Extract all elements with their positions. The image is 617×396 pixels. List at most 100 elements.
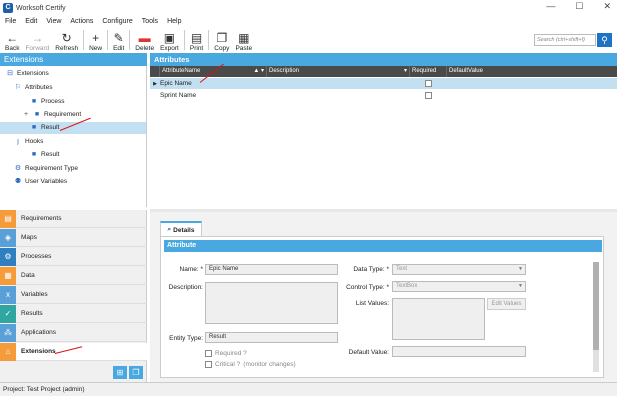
- details-icon: ⌕: [167, 226, 172, 233]
- new-button[interactable]: + New: [86, 27, 105, 53]
- extensions-icon: ⊟: [7, 70, 13, 77]
- folder-icon: ■: [34, 111, 40, 118]
- close-icon[interactable]: ✕: [603, 1, 611, 12]
- attributes-title: Attributes: [150, 53, 617, 66]
- row-indicator-header: [150, 66, 160, 77]
- search-icon[interactable]: ⚲: [597, 33, 612, 47]
- critical-checkbox[interactable]: [205, 361, 212, 368]
- nav-grid-icon[interactable]: ⊞: [113, 365, 127, 379]
- description-label: Description:: [168, 284, 203, 291]
- maps-icon: ◈: [0, 228, 16, 247]
- left-panel-title: Extensions: [0, 53, 147, 66]
- menu-view[interactable]: View: [46, 18, 61, 25]
- critical-option[interactable]: Critical ? (monitor changes): [205, 361, 296, 368]
- export-icon: ▣: [163, 31, 176, 45]
- nav-processes[interactable]: ⚙ Processes: [0, 247, 147, 266]
- menu-tools[interactable]: Tools: [142, 18, 158, 25]
- required-option[interactable]: Required ?: [205, 350, 247, 357]
- back-arrow-icon: ←: [6, 31, 19, 45]
- export-button[interactable]: ▣ Export: [157, 27, 182, 53]
- nav-data[interactable]: ▦ Data: [0, 266, 147, 285]
- menu-configure[interactable]: Configure: [102, 18, 132, 25]
- tree-item-requirement-type[interactable]: ⚙ Requirement Type: [14, 163, 78, 175]
- left-navigation: ▤ Requirements ◈ Maps ⚙ Processes ▦ Data x Va…: [0, 209, 147, 382]
- sort-filter-icon[interactable]: ▲ ▾: [253, 66, 264, 77]
- refresh-button[interactable]: ↻ Refresh: [52, 27, 81, 53]
- nav-requirements[interactable]: ▤ Requirements: [0, 209, 147, 228]
- grid-header: AttributeName ▲ ▾ Description ▾ Required D…: [150, 66, 617, 77]
- processes-icon: ⚙: [0, 247, 16, 266]
- copy-button[interactable]: ❐ Copy: [211, 27, 232, 53]
- menu-actions[interactable]: Actions: [70, 18, 93, 25]
- toolbar-divider: [129, 30, 131, 50]
- scrollbar-thumb[interactable]: [593, 262, 599, 350]
- back-button[interactable]: ← Back: [2, 27, 22, 53]
- trash-icon: ▬: [138, 31, 151, 45]
- entity-type-field[interactable]: Result: [205, 332, 338, 343]
- data-type-select[interactable]: Text ▼: [392, 264, 526, 275]
- tree-item-attributes[interactable]: ⚐ Attributes: [14, 82, 53, 94]
- window-title: Worksoft Certify: [16, 4, 66, 12]
- tab-details[interactable]: ⌕ Details: [160, 221, 202, 237]
- extensions-tree: ⊟ Extensions ⚐ Attributes ■ Process + ■ Requi…: [0, 66, 147, 207]
- control-type-select[interactable]: TextBox ▼: [392, 281, 526, 292]
- description-field[interactable]: [205, 282, 338, 324]
- column-description[interactable]: Description ▾: [267, 66, 410, 77]
- nav-results[interactable]: ✓ Results: [0, 304, 147, 323]
- name-field[interactable]: Epic Name: [205, 264, 338, 275]
- requirements-icon: ▤: [0, 209, 16, 228]
- tree-item-user-variables[interactable]: ⚉ User Variables: [14, 176, 67, 188]
- menu-edit[interactable]: Edit: [25, 18, 37, 25]
- delete-button[interactable]: ▬ Delete: [132, 27, 157, 53]
- required-checkbox[interactable]: [205, 350, 212, 357]
- paste-button[interactable]: ▦ Paste: [232, 27, 255, 53]
- list-values-field[interactable]: [392, 298, 485, 340]
- forward-arrow-icon: →: [31, 31, 44, 45]
- tree-item-process[interactable]: ■ Process: [30, 96, 65, 108]
- data-type-label: Data Type: *: [353, 266, 389, 273]
- table-row[interactable]: ▶ Epic Name: [150, 78, 617, 89]
- requirement-type-icon: ⚙: [14, 165, 22, 172]
- chevron-down-icon: ▼: [518, 283, 523, 289]
- nav-applications[interactable]: ⁂ Applications: [0, 323, 147, 342]
- forward-button[interactable]: → Forward: [22, 27, 52, 53]
- attributes-grid: AttributeName ▲ ▾ Description ▾ Required D…: [150, 63, 617, 209]
- tree-item-hooks[interactable]: ȷ Hooks: [14, 136, 43, 148]
- copy-icon: ❐: [216, 31, 228, 45]
- toolbar-divider: [208, 30, 210, 50]
- print-button[interactable]: ▤ Print: [187, 27, 206, 53]
- folder-icon: ■: [31, 124, 37, 131]
- default-value-field[interactable]: [392, 346, 526, 357]
- folder-icon: ■: [31, 98, 37, 105]
- nav-pages-icon[interactable]: ❐: [129, 365, 143, 379]
- required-checkbox[interactable]: [425, 92, 432, 99]
- filter-icon[interactable]: ▾: [404, 66, 407, 77]
- results-icon: ✓: [0, 304, 16, 323]
- plus-icon: +: [92, 31, 100, 45]
- tree-item-extensions[interactable]: ⊟ Extensions: [6, 68, 49, 80]
- nav-maps[interactable]: ◈ Maps: [0, 228, 147, 247]
- pencil-icon: ✎: [113, 31, 124, 45]
- column-required[interactable]: Required: [410, 66, 447, 77]
- search-input[interactable]: Search (ctrl+shift+f): [534, 34, 596, 46]
- cell-attribute-name: Sprint Name: [160, 92, 197, 99]
- table-row[interactable]: Sprint Name: [150, 90, 617, 101]
- user-variables-icon: ⚉: [14, 178, 22, 185]
- tree-item-result[interactable]: ■ Result: [30, 122, 60, 134]
- control-type-label: Control Type: *: [346, 284, 389, 291]
- tree-item-requirement[interactable]: + ■ Requirement: [22, 109, 81, 121]
- menu-help[interactable]: Help: [167, 18, 181, 25]
- nav-variables[interactable]: x Variables: [0, 285, 147, 304]
- menu-file[interactable]: File: [5, 18, 16, 25]
- clipboard-icon: ▦: [238, 31, 250, 45]
- toolbar-divider: [83, 30, 85, 50]
- edit-values-button[interactable]: Edit Values: [487, 298, 526, 310]
- tree-item-hooks-result[interactable]: ■ Result: [30, 149, 60, 161]
- hooks-icon: ȷ: [17, 138, 19, 145]
- minimize-icon[interactable]: —: [546, 1, 555, 12]
- required-checkbox[interactable]: [425, 80, 432, 87]
- maximize-icon[interactable]: ☐: [575, 1, 583, 12]
- nav-extensions[interactable]: ⌂ Extensions: [0, 342, 147, 361]
- edit-button[interactable]: ✎ Edit: [110, 27, 127, 53]
- column-defaultvalue[interactable]: DefaultValue: [447, 66, 617, 77]
